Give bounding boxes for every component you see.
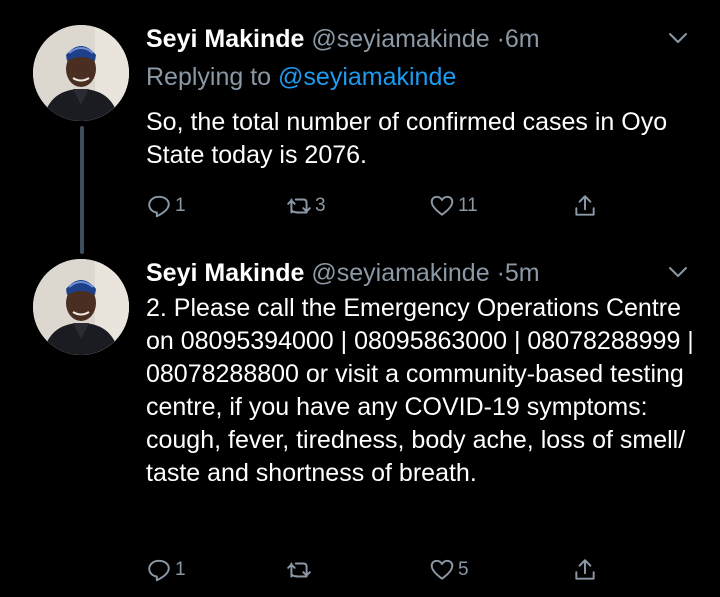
avatar[interactable]: [33, 259, 129, 355]
tweet-actions: 1 3 11: [146, 191, 606, 221]
reply-button[interactable]: 1: [146, 191, 186, 221]
chevron-down-icon[interactable]: [666, 260, 690, 284]
reply-button[interactable]: 1: [146, 555, 186, 585]
thread-connector-line: [80, 126, 84, 254]
heart-icon: [430, 195, 454, 216]
heart-icon: [430, 559, 454, 580]
profile-photo-icon: [33, 25, 129, 121]
reply-count: 1: [175, 559, 186, 580]
share-button[interactable]: [572, 191, 598, 221]
author-handle[interactable]: @seyiamakinde: [311, 259, 489, 287]
reply-icon: [148, 195, 170, 218]
replying-prefix: Replying to: [146, 63, 272, 91]
retweet-icon: [287, 198, 311, 214]
like-count: 5: [458, 559, 469, 580]
retweet-count: 3: [315, 195, 326, 216]
tweet-header: Seyi Makinde @seyiamakinde ·6m: [146, 24, 540, 54]
reply-count: 1: [175, 195, 186, 216]
author-handle[interactable]: @seyiamakinde: [311, 25, 489, 53]
retweet-icon: [287, 562, 311, 578]
tweet-text: 2. Please call the Emergency Operations …: [146, 294, 694, 487]
tweet-text: So, the total number of confirmed cases …: [146, 108, 668, 169]
share-button[interactable]: [572, 555, 598, 585]
share-icon: [575, 195, 595, 216]
like-button[interactable]: 11: [429, 191, 478, 221]
timestamp[interactable]: 5m: [505, 259, 540, 287]
separator-dot: ·: [496, 25, 505, 53]
tweet-actions: 1 5: [146, 555, 606, 585]
like-count: 11: [458, 195, 478, 216]
tweet-header: Seyi Makinde @seyiamakinde ·5m: [146, 258, 540, 288]
profile-photo-icon: [33, 259, 129, 355]
timestamp[interactable]: 6m: [505, 25, 540, 53]
retweet-button[interactable]: 3: [286, 191, 326, 221]
like-button[interactable]: 5: [429, 555, 469, 585]
author-name[interactable]: Seyi Makinde: [146, 25, 304, 53]
avatar[interactable]: [33, 25, 129, 121]
reply-icon: [148, 559, 170, 582]
author-name[interactable]: Seyi Makinde: [146, 259, 304, 287]
retweet-button[interactable]: [286, 555, 315, 585]
share-icon: [575, 559, 595, 580]
replying-mention-link[interactable]: @seyiamakinde: [278, 63, 456, 91]
separator-dot: ·: [496, 259, 505, 287]
chevron-down-icon[interactable]: [666, 26, 690, 50]
replying-to-line: Replying to @seyiamakinde: [146, 62, 456, 92]
